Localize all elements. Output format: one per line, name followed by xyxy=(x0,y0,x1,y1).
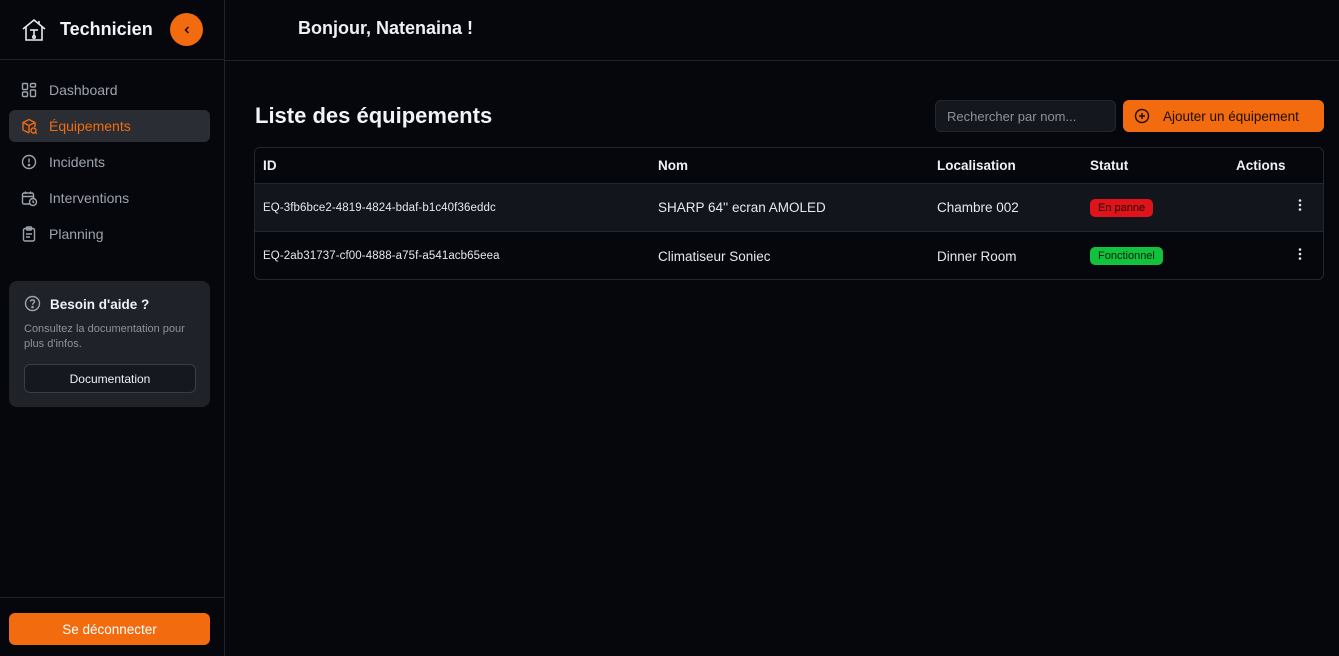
status-badge: En panne xyxy=(1090,198,1154,217)
table-row[interactable]: EQ-3fb6bce2-4819-4824-bdaf-b1c40f36eddc … xyxy=(255,184,1323,232)
sidebar-item-label: Planning xyxy=(49,226,104,242)
greeting: Bonjour, Natenaina ! xyxy=(298,18,474,38)
collapse-sidebar-button[interactable] xyxy=(170,13,203,46)
grid-icon xyxy=(20,81,38,99)
cell-localisation: Chambre 002 xyxy=(937,200,1019,215)
sidebar-item-label: Incidents xyxy=(49,154,106,170)
cell-nom: Climatiseur Soniec xyxy=(658,248,771,264)
plus-circle-icon xyxy=(1134,108,1150,124)
sidebar-item-label: Équipements xyxy=(49,118,131,134)
equipment-table: ID Nom Localisation Statut Actions EQ-3f… xyxy=(254,147,1324,280)
sidebar-nav: Dashboard Équipements Incidents Interven… xyxy=(9,74,210,254)
column-header-nom[interactable]: Nom xyxy=(658,148,688,183)
help-title-text: Besoin d'aide ? xyxy=(50,296,150,312)
page-title: Liste des équipements xyxy=(255,103,493,128)
alert-circle-icon xyxy=(20,153,38,171)
cell-id: EQ-3fb6bce2-4819-4824-bdaf-b1c40f36eddc xyxy=(263,201,496,214)
house-tools-icon xyxy=(20,16,48,44)
sidebar: Technicien Dashboard Équipements Inciden… xyxy=(0,0,225,656)
logout-button[interactable]: Se déconnecter xyxy=(9,613,210,645)
table-row[interactable]: EQ-2ab31737-cf00-4888-a75f-a541acb65eea … xyxy=(255,232,1323,279)
help-circle-icon xyxy=(24,295,42,313)
app-title: Technicien xyxy=(60,19,153,39)
table-header: ID Nom Localisation Statut Actions xyxy=(255,148,1323,184)
sidebar-item-interventions[interactable]: Interventions xyxy=(9,182,210,214)
more-vertical-icon xyxy=(1298,198,1302,217)
column-header-statut[interactable]: Statut xyxy=(1090,148,1128,183)
search-input[interactable] xyxy=(935,100,1116,132)
topbar: Bonjour, Natenaina ! xyxy=(225,0,1339,61)
cell-nom: SHARP 64'' ecran AMOLED xyxy=(658,200,826,215)
cell-statut: En panne xyxy=(1090,184,1154,231)
chevron-left-icon xyxy=(182,22,192,38)
sidebar-footer: Se déconnecter xyxy=(0,597,224,656)
add-equipment-label: Ajouter un équipement xyxy=(1163,108,1299,124)
sidebar-item-planning[interactable]: Planning xyxy=(9,218,210,250)
cell-localisation: Dinner Room xyxy=(937,248,1017,264)
cell-statut: Fonctionnel xyxy=(1090,232,1163,279)
sidebar-item-incidents[interactable]: Incidents xyxy=(9,146,210,178)
help-title: Besoin d'aide ? xyxy=(24,295,195,313)
help-card: Besoin d'aide ? Consultez la documentati… xyxy=(9,281,210,407)
add-equipment-button[interactable]: Ajouter un équipement xyxy=(1123,100,1324,132)
row-actions-menu-button[interactable] xyxy=(1292,232,1308,279)
cell-id: EQ-2ab31737-cf00-4888-a75f-a541acb65eea xyxy=(263,250,500,262)
calendar-clock-icon xyxy=(20,189,38,207)
column-header-localisation[interactable]: Localisation xyxy=(937,148,1016,183)
status-badge: Fonctionnel xyxy=(1090,247,1163,265)
column-header-actions: Actions xyxy=(1236,158,1286,173)
sidebar-item-equipements[interactable]: Équipements xyxy=(9,110,210,142)
more-vertical-icon xyxy=(1298,247,1302,266)
row-actions-menu-button[interactable] xyxy=(1292,184,1308,231)
column-header-id[interactable]: ID xyxy=(263,148,277,183)
sidebar-item-dashboard[interactable]: Dashboard xyxy=(9,74,210,106)
sidebar-item-label: Dashboard xyxy=(49,82,118,98)
help-text: Consultez la documentation pour plus d'i… xyxy=(24,323,185,350)
clipboard-icon xyxy=(20,225,38,243)
package-icon xyxy=(20,117,38,135)
sidebar-item-label: Interventions xyxy=(49,190,130,206)
documentation-button[interactable]: Documentation xyxy=(24,364,196,393)
